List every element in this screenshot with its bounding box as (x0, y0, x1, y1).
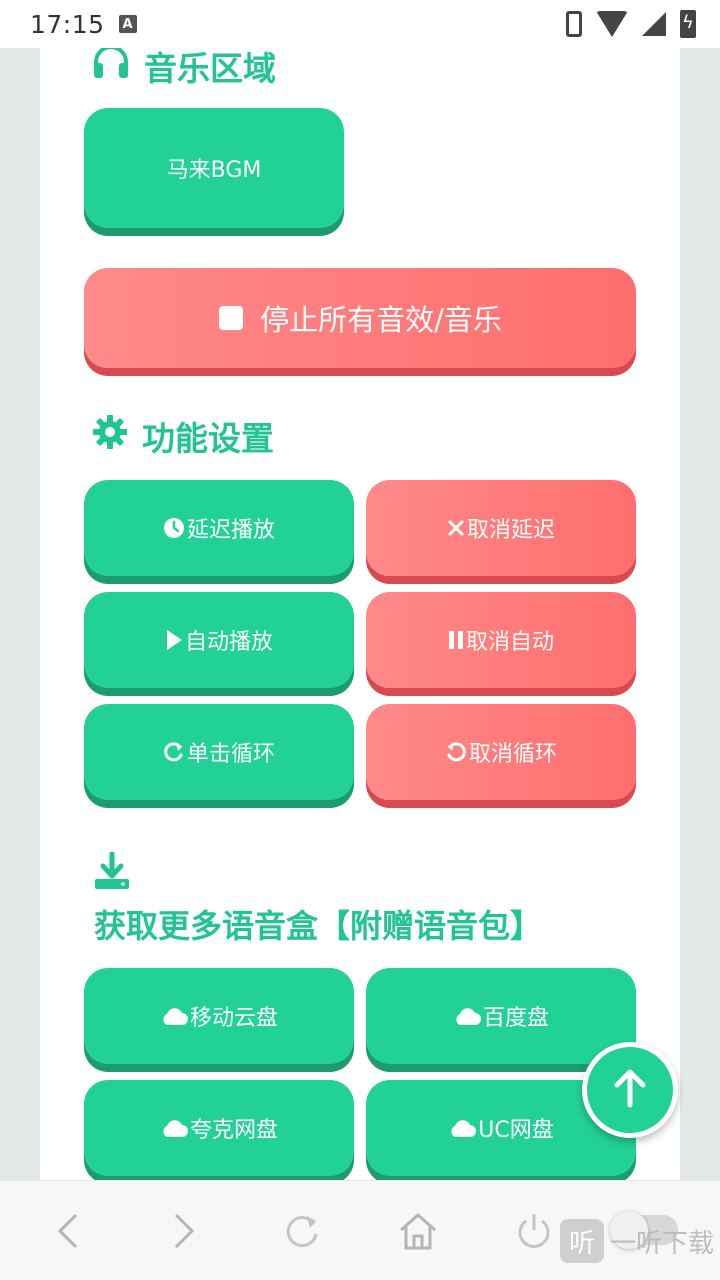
watermark-text: 一听下载 (610, 1228, 715, 1259)
undo-icon (445, 741, 467, 763)
cloud-icon (160, 1118, 188, 1138)
stop-all-button[interactable]: 停止所有音效/音乐 (84, 268, 636, 368)
home-icon (400, 1212, 436, 1250)
battery-charging-icon (680, 10, 696, 38)
pause-icon (448, 630, 464, 650)
refresh-button[interactable] (282, 1211, 322, 1251)
quark-pan-label: 夸克网盘 (189, 1118, 278, 1143)
click-loop-button[interactable]: 单击循环 (84, 704, 354, 800)
settings-section-title: 功能设置 (92, 414, 274, 458)
cancel-delay-button[interactable]: 取消延迟 (366, 480, 636, 576)
auto-play-button[interactable]: 自动播放 (84, 592, 354, 688)
redo-icon (163, 741, 185, 763)
bgm-malai-button[interactable]: 马来BGM (84, 108, 344, 228)
music-section-title: 音乐区域 (92, 45, 276, 88)
uc-pan-label: UC网盘 (478, 1118, 554, 1143)
cancel-loop-button[interactable]: 取消循环 (366, 704, 636, 800)
gear-icon (92, 414, 128, 458)
quark-pan-button[interactable]: 夸克网盘 (84, 1080, 354, 1176)
download-section-title-text: 获取更多语音盒【附赠语音包】 (94, 907, 543, 945)
cloud-icon (453, 1006, 481, 1026)
baidu-pan-label: 百度盘 (482, 1006, 549, 1031)
mobile-cloud-button[interactable]: 移动云盘 (84, 968, 354, 1064)
settings-section-title-text: 功能设置 (142, 419, 274, 458)
phone-icon (566, 11, 582, 37)
play-icon (165, 629, 183, 651)
mobile-cloud-label: 移动云盘 (189, 1006, 278, 1031)
headphones-icon (92, 45, 130, 87)
arrow-up-icon (612, 1068, 648, 1112)
bottom-nav-bar: 听 一听下载 (0, 1180, 720, 1280)
cancel-loop-label: 取消循环 (468, 742, 557, 767)
back-button[interactable] (48, 1211, 88, 1251)
back-icon (57, 1213, 78, 1249)
cancel-delay-label: 取消延迟 (466, 518, 555, 543)
power-button[interactable] (514, 1211, 554, 1251)
download-icon (94, 851, 130, 894)
stop-all-label: 停止所有音效/音乐 (260, 303, 502, 337)
forward-icon (174, 1213, 195, 1249)
cancel-auto-label: 取消自动 (465, 630, 554, 655)
status-icons (566, 10, 696, 38)
watermark: 听 一听下载 (560, 1219, 714, 1263)
stop-icon (218, 305, 244, 331)
bgm-malai-label: 马来BGM (166, 158, 262, 183)
download-section-title: 获取更多语音盒【附赠语音包】 (94, 904, 543, 945)
scroll-top-button[interactable] (582, 1042, 678, 1138)
delay-play-label: 延迟播放 (186, 518, 275, 543)
music-section-title-text: 音乐区域 (144, 49, 276, 88)
close-icon (447, 519, 465, 537)
cloud-icon (448, 1118, 477, 1138)
auto-play-label: 自动播放 (184, 630, 273, 655)
baidu-pan-button[interactable]: 百度盘 (366, 968, 636, 1064)
status-time: 17:15 (30, 9, 105, 39)
home-button[interactable] (398, 1211, 438, 1251)
watermark-logo: 听 (560, 1219, 604, 1263)
power-icon (518, 1214, 550, 1248)
keyboard-badge-icon: A (118, 15, 137, 33)
refresh-icon (286, 1216, 318, 1248)
click-loop-label: 单击循环 (186, 742, 275, 767)
wifi-icon (596, 11, 628, 37)
cloud-icon (160, 1006, 188, 1026)
signal-icon (642, 12, 666, 36)
clock-icon (163, 517, 185, 539)
content-card: 音乐区域 马来BGM 停止所有音效/音乐 功能设置 延迟播放 取消延迟 自动播放… (40, 45, 680, 1180)
forward-button[interactable] (164, 1211, 204, 1251)
delay-play-button[interactable]: 延迟播放 (84, 480, 354, 576)
cancel-auto-button[interactable]: 取消自动 (366, 592, 636, 688)
status-bar: 17:15 A (0, 0, 720, 48)
